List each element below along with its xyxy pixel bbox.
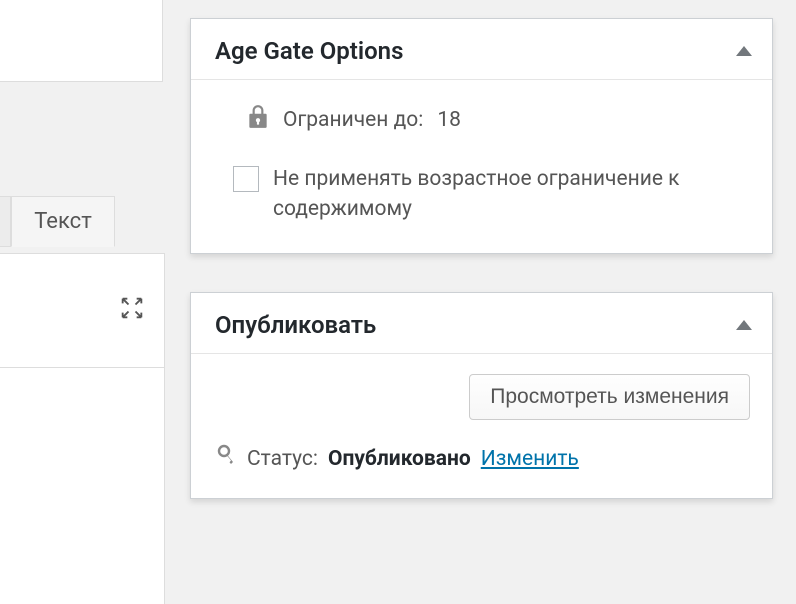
bypass-label: Не применять возрастное ограничение к со… — [273, 164, 733, 225]
age-gate-title: Age Gate Options — [215, 37, 403, 65]
collapse-icon — [736, 320, 752, 330]
age-gate-metabox: Age Gate Options Ограничен до: 18 Не при… — [190, 18, 773, 254]
collapse-icon — [736, 46, 752, 56]
key-icon — [217, 444, 237, 474]
lock-icon — [247, 104, 269, 136]
publish-title: Опубликовать — [215, 311, 376, 339]
editor-tabs: но Текст — [0, 196, 115, 247]
editor-column: но Текст — [0, 0, 165, 604]
bypass-checkbox-row[interactable]: Не применять возрастное ограничение к со… — [215, 164, 748, 225]
editor-toolbar-edge — [0, 253, 165, 368]
age-gate-body: Ограничен до: 18 Не применять возрастное… — [191, 80, 772, 253]
editor-body-edge — [0, 368, 165, 604]
restricted-label: Ограничен до: — [283, 108, 423, 132]
age-gate-header[interactable]: Age Gate Options — [191, 19, 772, 80]
preview-changes-button[interactable]: Просмотреть изменения — [469, 374, 750, 420]
status-value: Опубликовано — [328, 447, 471, 471]
age-restriction-row: Ограничен до: 18 — [215, 104, 748, 136]
restricted-value: 18 — [437, 108, 461, 132]
publish-metabox: Опубликовать Просмотреть изменения Стату… — [190, 292, 773, 499]
status-row: Статус: Опубликовано Изменить — [191, 438, 772, 498]
bypass-checkbox[interactable] — [233, 166, 259, 192]
title-field-edge — [0, 0, 163, 82]
sidebar-metaboxes: Age Gate Options Ограничен до: 18 Не при… — [190, 18, 773, 537]
fullscreen-icon[interactable] — [118, 294, 146, 322]
publish-header[interactable]: Опубликовать — [191, 293, 772, 354]
tab-visual[interactable]: но — [0, 196, 11, 247]
publish-body: Просмотреть изменения Статус: Опубликова… — [191, 354, 772, 498]
status-label: Статус: — [247, 447, 318, 471]
edit-status-link[interactable]: Изменить — [481, 447, 579, 471]
preview-row: Просмотреть изменения — [191, 354, 772, 438]
tab-text[interactable]: Текст — [11, 196, 115, 247]
